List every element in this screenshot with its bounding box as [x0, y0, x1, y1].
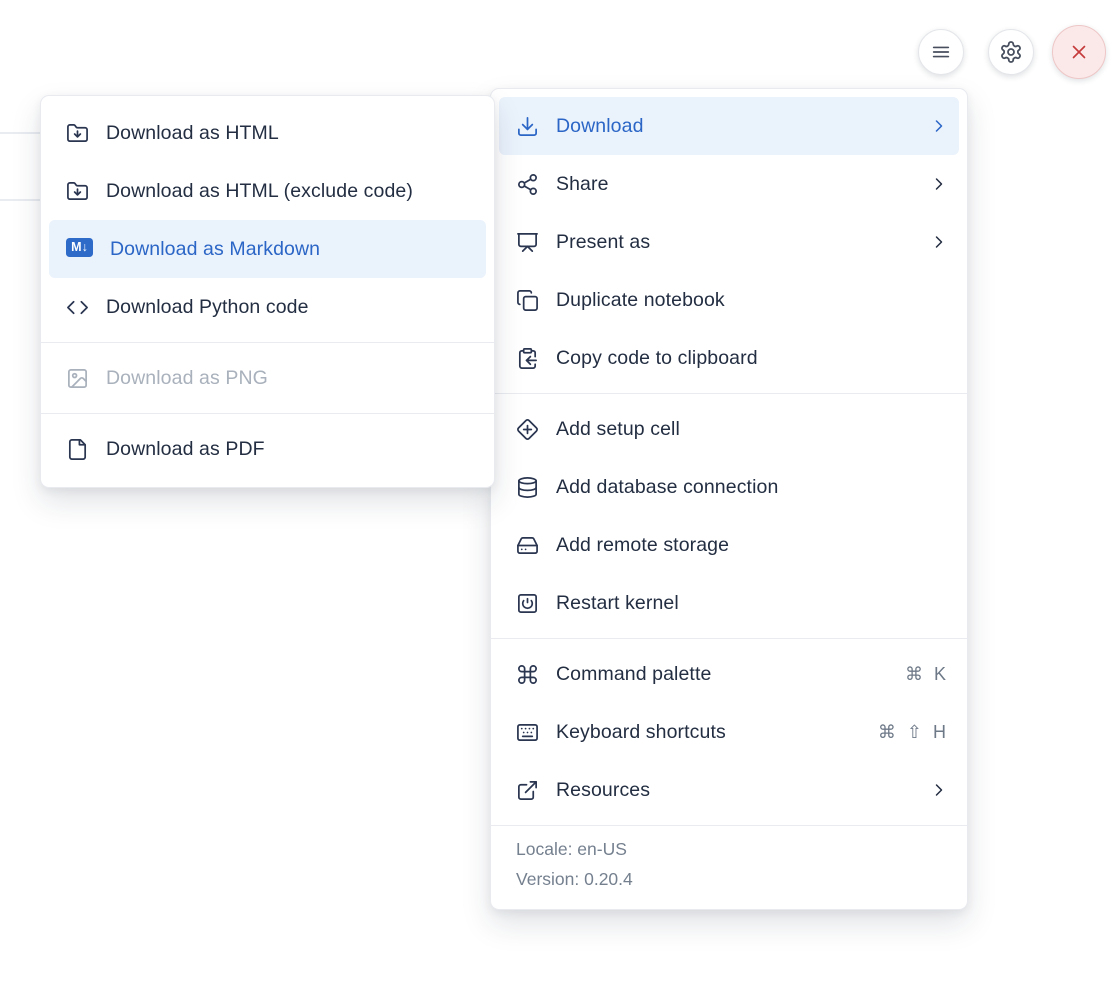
database-icon	[516, 476, 539, 499]
download-icon	[516, 115, 539, 138]
menu-item-download-as-pdf[interactable]: Download as PDF	[49, 420, 486, 478]
menu-item-download-as-png: Download as PNG	[49, 349, 486, 407]
menu-separator	[491, 393, 967, 394]
menu-item-resources[interactable]: Resources	[499, 761, 959, 819]
menu-item-label: Present as	[556, 231, 917, 254]
menu-item-add-setup-cell[interactable]: Add setup cell	[499, 400, 959, 458]
menu-item-label: Command palette	[556, 663, 893, 686]
menu-item-command-palette[interactable]: Command palette ⌘ K	[499, 645, 959, 703]
menu-item-download[interactable]: Download	[499, 97, 959, 155]
menu-button[interactable]	[918, 29, 964, 75]
menu-separator	[41, 342, 494, 343]
download-submenu: Download as HTML Download as HTML (exclud…	[40, 95, 495, 488]
copy-icon	[516, 289, 539, 312]
chevron-right-icon	[929, 780, 949, 800]
menu-item-restart-kernel[interactable]: Restart kernel	[499, 574, 959, 632]
menu-item-download-as-html-exclude-code[interactable]: Download as HTML (exclude code)	[49, 162, 486, 220]
settings-button[interactable]	[988, 29, 1034, 75]
menu-item-label: Restart kernel	[556, 592, 949, 615]
menu-item-add-remote-storage[interactable]: Add remote storage	[499, 516, 959, 574]
command-icon	[516, 663, 539, 686]
menu-item-label: Resources	[556, 779, 917, 802]
markdown-badge: M↓	[66, 238, 93, 257]
presentation-icon	[516, 231, 539, 254]
menu-item-label: Download	[556, 115, 917, 138]
diamond-plus-icon	[516, 418, 539, 441]
locale-text: Locale: en-US	[516, 839, 942, 860]
menu-item-label: Download as Markdown	[110, 238, 476, 261]
menu-footer: Locale: en-US Version: 0.20.4	[491, 825, 967, 901]
keyboard-shortcut-hint: ⌘ K	[905, 664, 949, 685]
menu-item-duplicate-notebook[interactable]: Duplicate notebook	[499, 271, 959, 329]
menu-item-label: Download as HTML	[106, 122, 476, 145]
menu-item-label: Add remote storage	[556, 534, 949, 557]
chevron-right-icon	[929, 116, 949, 136]
menu-item-keyboard-shortcuts[interactable]: Keyboard shortcuts ⌘ ⇧ H	[499, 703, 959, 761]
gear-icon	[999, 40, 1023, 64]
external-link-icon	[516, 779, 539, 802]
image-icon	[66, 367, 89, 390]
chevron-right-icon	[929, 174, 949, 194]
menu-separator	[41, 413, 494, 414]
folder-down-icon	[66, 122, 89, 145]
hard-drive-icon	[516, 534, 539, 557]
menu-item-label: Share	[556, 173, 917, 196]
folder-down-icon	[66, 180, 89, 203]
menu-item-label: Duplicate notebook	[556, 289, 949, 312]
menu-item-label: Add setup cell	[556, 418, 949, 441]
notebook-actions-menu: Download Share Present as Duplicate noteboo…	[490, 88, 968, 910]
menu-item-label: Download as HTML (exclude code)	[106, 180, 476, 203]
keyboard-shortcut-hint: ⌘ ⇧ H	[878, 722, 949, 743]
file-icon	[66, 438, 89, 461]
markdown-badge-icon: M↓	[66, 238, 93, 261]
menu-item-download-as-html[interactable]: Download as HTML	[49, 104, 486, 162]
menu-item-share[interactable]: Share	[499, 155, 959, 213]
clipboard-copy-icon	[516, 347, 539, 370]
menu-item-download-as-markdown[interactable]: M↓ Download as Markdown	[49, 220, 486, 278]
hamburger-icon	[930, 41, 952, 63]
menu-item-label: Copy code to clipboard	[556, 347, 949, 370]
menu-item-label: Download as PNG	[106, 367, 476, 390]
menu-item-copy-code-to-clipboard[interactable]: Copy code to clipboard	[499, 329, 959, 387]
keyboard-icon	[516, 721, 539, 744]
close-icon	[1068, 41, 1090, 63]
square-power-icon	[516, 592, 539, 615]
menu-separator	[491, 638, 967, 639]
share-icon	[516, 173, 539, 196]
menu-item-label: Add database connection	[556, 476, 949, 499]
background-cell-border-top	[0, 132, 42, 134]
menu-item-label: Download Python code	[106, 296, 476, 319]
menu-item-label: Keyboard shortcuts	[556, 721, 866, 744]
menu-item-label: Download as PDF	[106, 438, 476, 461]
menu-item-add-database-connection[interactable]: Add database connection	[499, 458, 959, 516]
chevron-right-icon	[929, 232, 949, 252]
menu-item-download-python-code[interactable]: Download Python code	[49, 278, 486, 336]
menu-item-present-as[interactable]: Present as	[499, 213, 959, 271]
close-button[interactable]	[1052, 25, 1106, 79]
version-text: Version: 0.20.4	[516, 869, 942, 890]
background-cell-border-bottom	[0, 199, 42, 201]
code-icon	[66, 296, 89, 319]
